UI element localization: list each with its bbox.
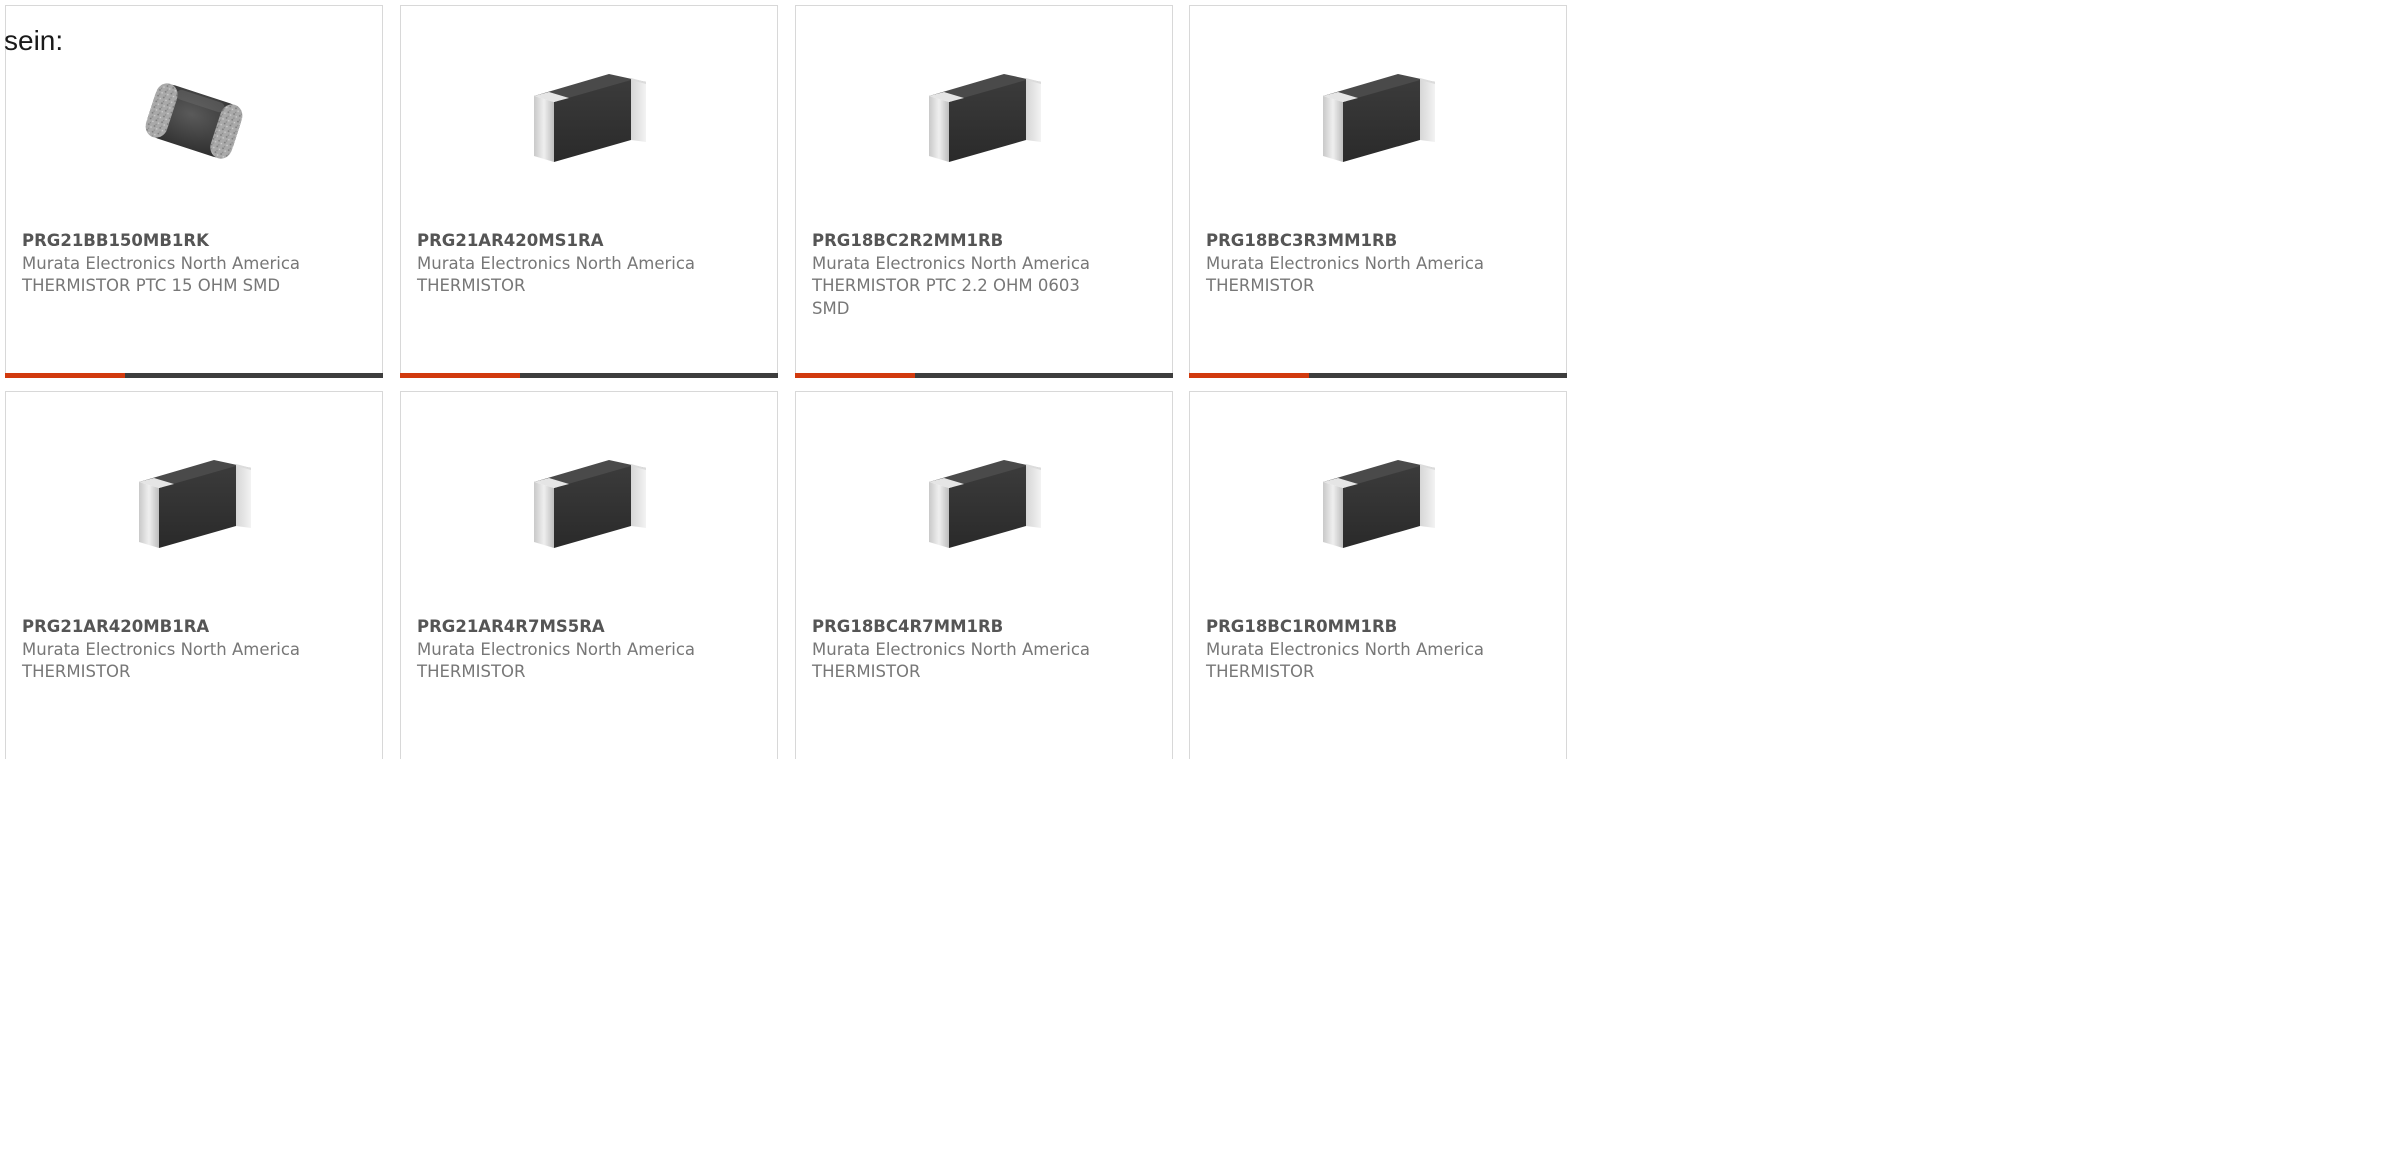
product-image[interactable]	[796, 46, 1172, 196]
card-footer-bar	[795, 373, 1173, 378]
manufacturer-label: Murata Electronics North America	[417, 253, 696, 273]
product-image[interactable]	[6, 46, 382, 196]
part-number-link[interactable]: PRG21AR420MS1RA	[417, 230, 761, 253]
part-number-link[interactable]: PRG21AR420MB1RA	[22, 616, 366, 639]
chip-thermistor-icon	[1313, 56, 1443, 186]
chip-thermistor-icon	[919, 442, 1049, 572]
description-label: THERMISTOR	[22, 662, 131, 681]
part-number-link[interactable]: PRG18BC4R7MM1RB	[812, 616, 1156, 639]
part-number-link[interactable]: PRG18BC1R0MM1RB	[1206, 616, 1550, 639]
description-label: THERMISTOR	[812, 662, 921, 681]
chip-thermistor-icon	[524, 442, 654, 572]
part-number-link[interactable]: PRG21BB150MB1RK	[22, 230, 366, 253]
product-card[interactable]: PRG18BC2R2MM1RB Murata Electronics North…	[795, 5, 1173, 378]
product-card[interactable]: PRG18BC3R3MM1RB Murata Electronics North…	[1189, 5, 1567, 378]
part-number-link[interactable]: PRG18BC3R3MM1RB	[1206, 230, 1550, 253]
product-card[interactable]: PRG21AR420MB1RA Murata Electronics North…	[5, 391, 383, 759]
intro-text: sein:	[4, 25, 64, 56]
chip-thermistor-icon	[1313, 442, 1443, 572]
card-footer-bar	[400, 373, 778, 378]
card-accent-bar	[400, 373, 520, 378]
product-card[interactable]: PRG21AR4R7MS5RA Murata Electronics North…	[400, 391, 778, 759]
manufacturer-label: Murata Electronics North America	[812, 639, 1091, 659]
description-label: THERMISTOR	[417, 662, 526, 681]
product-image[interactable]	[1190, 432, 1566, 582]
chip-thermistor-icon	[919, 56, 1049, 186]
manufacturer-label: Murata Electronics North America	[417, 639, 696, 659]
card-accent-bar	[5, 373, 125, 378]
manufacturer-label: Murata Electronics North America	[22, 639, 301, 659]
manufacturer-label: Murata Electronics North America	[22, 253, 301, 273]
product-card[interactable]: PRG18BC4R7MM1RB Murata Electronics North…	[795, 391, 1173, 759]
description-label: THERMISTOR	[417, 276, 526, 295]
card-accent-bar	[1189, 373, 1309, 378]
manufacturer-label: Murata Electronics North America	[812, 253, 1091, 273]
product-card[interactable]: PRG21AR420MS1RA Murata Electronics North…	[400, 5, 778, 378]
card-footer-bar	[1189, 373, 1567, 378]
description-label: THERMISTOR	[1206, 662, 1315, 681]
product-image[interactable]	[401, 432, 777, 582]
manufacturer-label: Murata Electronics North America	[1206, 253, 1485, 273]
part-number-link[interactable]: PRG18BC2R2MM1RB	[812, 230, 1156, 253]
description-label: THERMISTOR PTC 15 OHM SMD	[22, 276, 281, 295]
product-image[interactable]	[6, 432, 382, 582]
description-label: THERMISTOR PTC 2.2 OHM 0603 SMD	[812, 276, 1080, 318]
part-number-link[interactable]: PRG21AR4R7MS5RA	[417, 616, 761, 639]
card-accent-bar	[795, 373, 915, 378]
product-card[interactable]: PRG18BC1R0MM1RB Murata Electronics North…	[1189, 391, 1567, 759]
product-card[interactable]: PRG21BB150MB1RK Murata Electronics North…	[5, 5, 383, 378]
card-footer-bar	[5, 373, 383, 378]
chip-thermistor-icon	[524, 56, 654, 186]
product-image[interactable]	[401, 46, 777, 196]
rounded-chip-thermistor-icon	[139, 71, 249, 171]
manufacturer-label: Murata Electronics North America	[1206, 639, 1485, 659]
chip-thermistor-icon	[129, 442, 259, 572]
product-image[interactable]	[796, 432, 1172, 582]
product-image[interactable]	[1190, 46, 1566, 196]
description-label: THERMISTOR	[1206, 276, 1315, 295]
